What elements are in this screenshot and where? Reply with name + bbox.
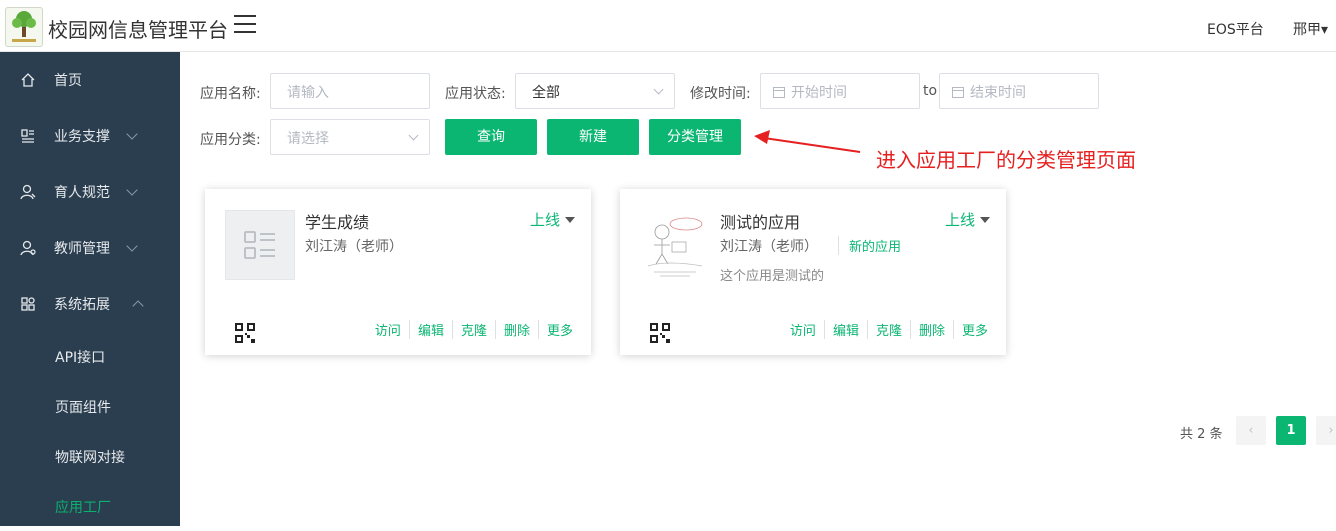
qr-code-icon[interactable]	[650, 323, 670, 343]
edit-link[interactable]: 编辑	[823, 320, 867, 339]
extension-icon	[21, 297, 35, 311]
chevron-down-icon	[408, 130, 419, 141]
visit-link[interactable]: 访问	[782, 320, 824, 339]
app-name-label: 应用名称:	[200, 86, 261, 102]
app-category-tag: 新的应用	[838, 236, 901, 255]
pagination-total: 共 2 条	[1180, 427, 1223, 442]
app-card-test-app[interactable]: 测试的应用 刘江涛（老师） 新的应用 这个应用是测试的 上线 访问 编辑 克隆 …	[620, 189, 1006, 355]
query-button[interactable]: 查询	[445, 119, 537, 155]
top-header: 校园网信息管理平台 EOS平台 邢甲▾	[0, 0, 1336, 52]
eos-platform-link[interactable]: EOS平台	[1207, 19, 1264, 39]
chevron-up-icon	[132, 300, 144, 312]
annotation-text: 进入应用工厂的分类管理页面	[876, 148, 1136, 172]
end-date-input[interactable]: 结束时间	[939, 73, 1099, 109]
sidebar-subitem-iot[interactable]: 物联网对接	[0, 431, 180, 481]
sidebar-subitem-label: 页面组件	[55, 400, 111, 416]
sidebar-subitem-api[interactable]: API接口	[0, 331, 180, 381]
app-card-student-grades[interactable]: 学生成绩 刘江涛（老师） 上线 访问 编辑 克隆 删除 更多	[205, 189, 591, 355]
page-number-button[interactable]: 1	[1276, 416, 1306, 445]
end-date-placeholder: 结束时间	[970, 85, 1026, 101]
clone-link[interactable]: 克隆	[451, 320, 495, 339]
menu-toggle-icon[interactable]	[234, 15, 258, 35]
date-range-separator: to	[923, 83, 938, 99]
clone-link[interactable]: 克隆	[866, 320, 910, 339]
sidebar-item-extension[interactable]: 系统拓展	[0, 276, 180, 332]
sidebar-subitem-label: 应用工厂	[55, 500, 111, 516]
delete-link[interactable]: 删除	[494, 320, 538, 339]
user-menu[interactable]: 邢甲▾	[1293, 19, 1328, 39]
sidebar-item-home[interactable]: 首页	[0, 52, 180, 108]
business-icon	[21, 129, 34, 143]
app-status-value: 全部	[532, 85, 560, 101]
sidebar-subitem-app-factory[interactable]: 应用工厂	[0, 481, 180, 531]
sidebar-item-label: 育人规范	[54, 185, 110, 201]
app-card-actions: 访问 编辑 克隆 删除 更多	[367, 320, 581, 339]
app-name-input[interactable]: 请输入	[270, 73, 430, 109]
app-category-label: 应用分类:	[200, 132, 261, 148]
sidebar-item-label: 系统拓展	[54, 297, 110, 313]
delete-link[interactable]: 删除	[909, 320, 953, 339]
category-manage-button[interactable]: 分类管理	[649, 119, 741, 155]
caret-down-icon	[565, 217, 575, 223]
app-status-dropdown[interactable]: 上线	[530, 209, 575, 230]
app-thumbnail	[225, 210, 295, 280]
sidebar-item-business[interactable]: 业务支撑	[0, 108, 180, 164]
calendar-icon	[773, 87, 785, 98]
app-card-description: 这个应用是测试的	[720, 269, 825, 284]
annotation-arrow-icon	[754, 130, 861, 153]
app-status-dropdown[interactable]: 上线	[945, 209, 990, 230]
app-thumbnail	[640, 210, 710, 280]
chevron-down-icon	[126, 184, 138, 196]
start-date-placeholder: 开始时间	[791, 85, 847, 101]
sidebar-item-label: 教师管理	[54, 241, 110, 257]
app-status-label: 应用状态:	[445, 86, 506, 102]
sidebar-subitem-page-components[interactable]: 页面组件	[0, 381, 180, 431]
app-card-actions: 访问 编辑 克隆 删除 更多	[782, 320, 996, 339]
sidebar-item-label: 业务支撑	[54, 129, 110, 145]
app-category-select[interactable]: 请选择	[270, 119, 430, 155]
visit-link[interactable]: 访问	[367, 320, 409, 339]
app-name-placeholder: 请输入	[287, 85, 329, 101]
create-button[interactable]: 新建	[547, 119, 639, 155]
app-status-text: 上线	[944, 211, 975, 229]
prev-page-button[interactable]: ‹	[1236, 416, 1266, 445]
more-link[interactable]: 更多	[952, 320, 996, 339]
sidebar-item-label: 首页	[54, 73, 82, 89]
app-card-author: 刘江涛（老师）	[720, 239, 818, 255]
school-logo-icon	[5, 7, 43, 47]
app-card-title: 学生成绩	[305, 213, 370, 232]
home-icon	[21, 73, 35, 87]
start-date-input[interactable]: 开始时间	[760, 73, 920, 109]
sidebar: 首页 业务支撑 育人规范 教师管理 系统拓展 API接口 页面组件 物联网对接 …	[0, 52, 180, 526]
modified-time-label: 修改时间:	[690, 86, 751, 102]
more-link[interactable]: 更多	[537, 320, 581, 339]
chevron-down-icon	[653, 84, 664, 95]
next-page-button[interactable]: ›	[1316, 416, 1336, 445]
list-placeholder-icon	[244, 231, 275, 259]
app-title: 校园网信息管理平台	[48, 18, 228, 42]
app-status-select[interactable]: 全部	[515, 73, 675, 109]
app-card-title: 测试的应用	[720, 213, 801, 232]
qr-code-icon[interactable]	[235, 323, 255, 343]
chevron-down-icon	[126, 240, 138, 252]
edit-link[interactable]: 编辑	[408, 320, 452, 339]
sidebar-item-education[interactable]: 育人规范	[0, 164, 180, 220]
sketch-illustration-icon	[647, 217, 703, 277]
app-card-author: 刘江涛（老师）	[305, 239, 403, 255]
sidebar-item-teachers[interactable]: 教师管理	[0, 220, 180, 276]
sidebar-subitem-label: 物联网对接	[55, 450, 125, 466]
teacher-icon	[20, 240, 36, 256]
app-status-text: 上线	[529, 211, 560, 229]
app-category-placeholder: 请选择	[287, 131, 329, 147]
sidebar-subitem-label: API接口	[55, 350, 106, 366]
person-icon	[20, 184, 36, 200]
caret-down-icon	[980, 217, 990, 223]
calendar-icon	[952, 87, 964, 98]
chevron-down-icon	[126, 128, 138, 140]
